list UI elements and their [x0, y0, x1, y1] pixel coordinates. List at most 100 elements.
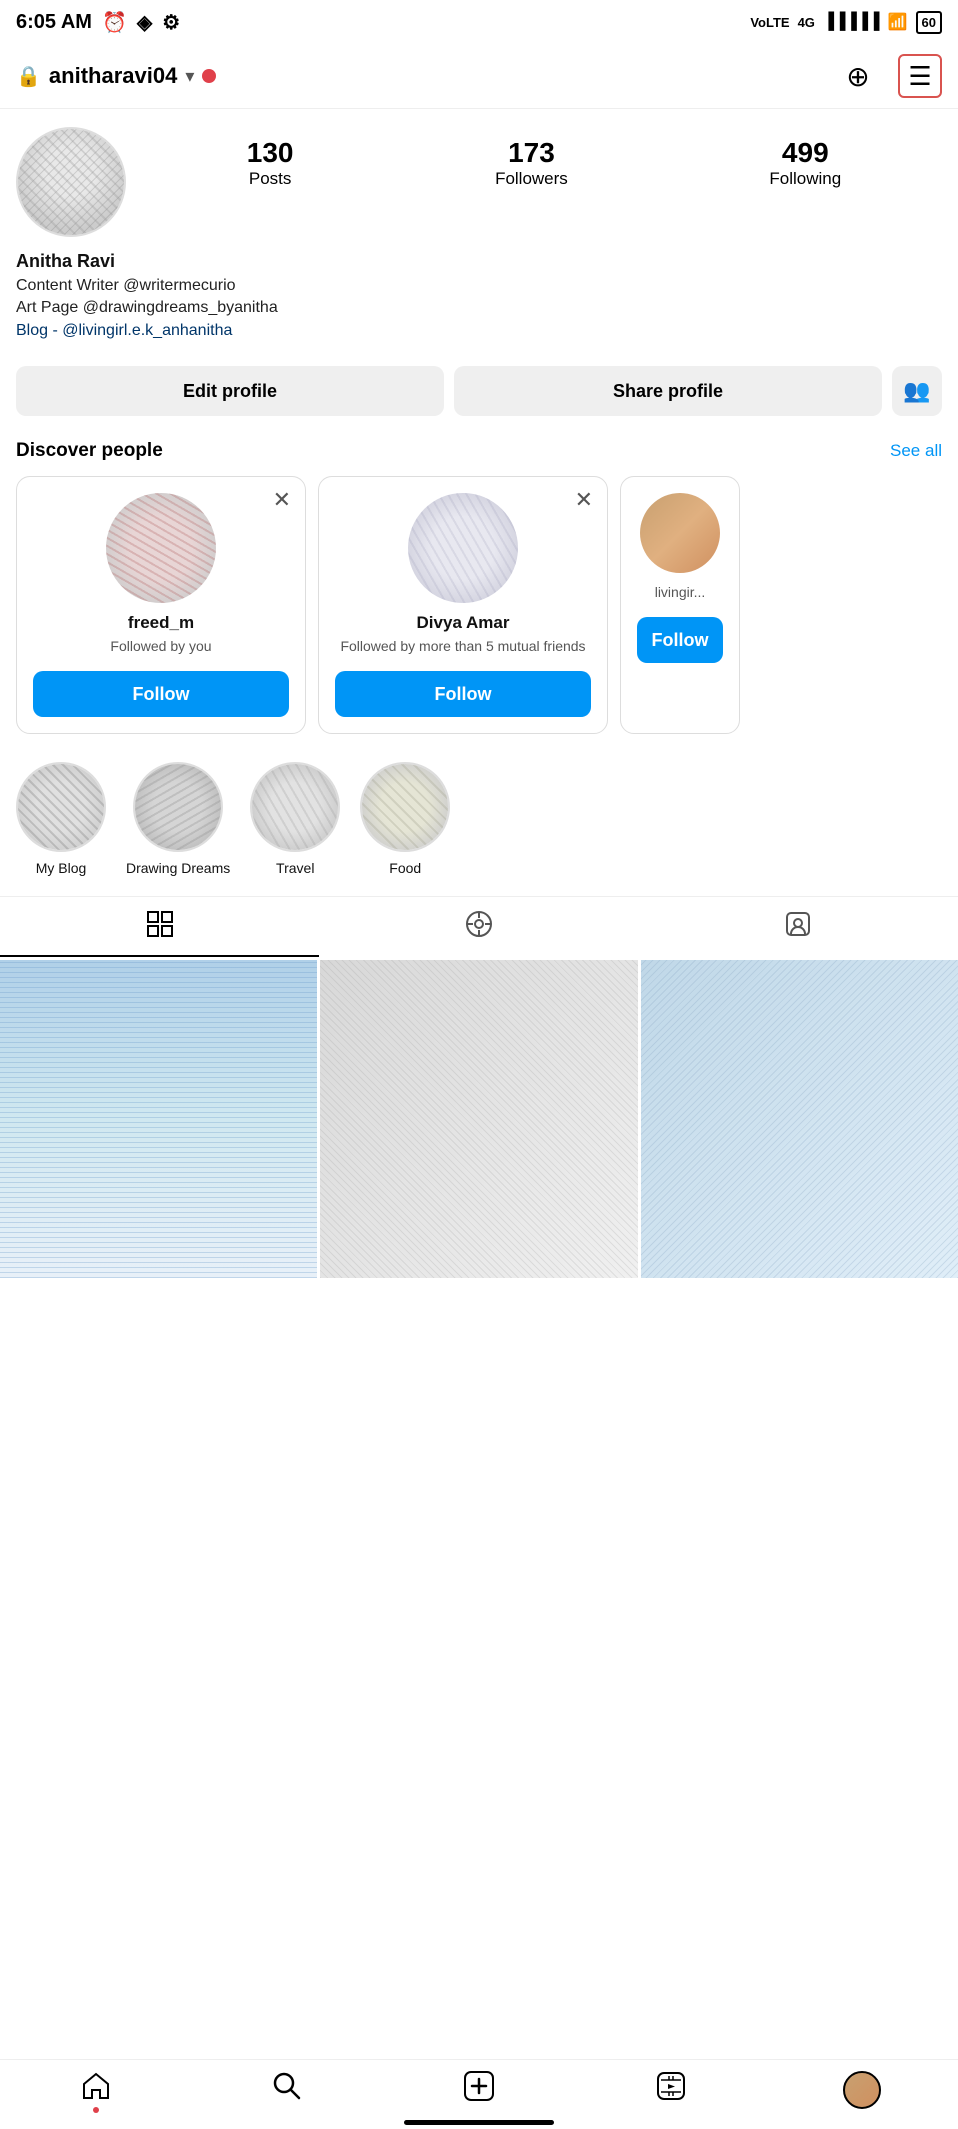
highlights-section: My Blog Drawing Dreams Travel Food	[0, 742, 958, 886]
hamburger-menu-button[interactable]: ☰	[898, 54, 942, 98]
add-nav-item[interactable]	[449, 2065, 509, 2115]
grid-icon	[146, 910, 174, 945]
posts-count: 130	[247, 137, 294, 169]
profile-bio-3[interactable]: Blog - @livingirl.e.k_anhanitha	[16, 320, 942, 342]
followers-stat[interactable]: 173 Followers	[495, 137, 568, 189]
highlight-item[interactable]: Travel	[250, 762, 340, 876]
post-thumbnail[interactable]	[0, 960, 317, 1277]
highlight-inner	[362, 764, 448, 850]
follow-button-3[interactable]: Follow	[637, 617, 723, 663]
discover-card: ✕ freed_m Followed by you Follow	[16, 476, 306, 734]
highlight-circle	[16, 762, 106, 852]
follow-button-2[interactable]: Follow	[335, 671, 591, 717]
profile-info: Anitha Ravi Content Writer @writermecuri…	[0, 247, 958, 356]
discover-cards: ✕ freed_m Followed by you Follow ✕ Divya…	[16, 476, 942, 734]
close-card-button-2[interactable]: ✕	[575, 487, 593, 513]
post-tabs	[0, 896, 958, 957]
volte-icon: VoLTE	[750, 15, 789, 30]
home-notification-dot	[93, 2107, 99, 2113]
following-stat[interactable]: 499 Following	[769, 137, 841, 189]
reels-nav-icon	[655, 2070, 687, 2110]
add-post-button[interactable]: ⊕	[836, 54, 880, 98]
discover-section: Discover people See all ✕ freed_m Follow…	[0, 426, 958, 742]
following-label: Following	[769, 169, 841, 189]
reels-nav-item[interactable]	[641, 2065, 701, 2115]
signal-icon: ▐▐▐▐▐	[823, 13, 880, 31]
close-card-button[interactable]: ✕	[273, 487, 291, 513]
tab-reels[interactable]	[319, 897, 638, 957]
card-username-1: freed_m	[128, 613, 194, 633]
gesture-bar	[404, 2120, 554, 2125]
post-thumbnail[interactable]	[320, 960, 637, 1277]
highlight-item[interactable]: My Blog	[16, 762, 106, 876]
notification-dot	[202, 69, 216, 83]
search-nav-item[interactable]	[257, 2065, 317, 2115]
share-profile-button[interactable]: Share profile	[454, 366, 882, 416]
card-avatar-1	[106, 493, 216, 603]
discover-card: ✕ Divya Amar Followed by more than 5 mut…	[318, 476, 608, 734]
post-thumbnail[interactable]	[641, 960, 958, 1277]
profile-avatar[interactable]	[16, 127, 126, 237]
highlight-circle	[250, 762, 340, 852]
post-thumb-inner	[641, 960, 958, 1277]
top-nav: 🔒 anitharavi04 ▾ ⊕ ☰	[0, 44, 958, 109]
profile-bio-2: Art Page @drawingdreams_byanitha	[16, 297, 942, 319]
edit-profile-button[interactable]: Edit profile	[16, 366, 444, 416]
highlight-inner	[135, 764, 221, 850]
highlight-circle	[360, 762, 450, 852]
4g-icon: 4G	[798, 15, 815, 30]
profile-nav-avatar	[843, 2071, 881, 2109]
highlight-label: Food	[389, 860, 421, 876]
highlight-label: Drawing Dreams	[126, 860, 230, 876]
tab-tagged[interactable]	[639, 897, 958, 957]
discover-title: Discover people	[16, 440, 163, 462]
wifi-icon: 📶	[888, 12, 908, 32]
add-icon	[463, 2070, 495, 2110]
nav-icons: ⊕ ☰	[836, 54, 942, 98]
tab-grid[interactable]	[0, 897, 319, 957]
username-text[interactable]: anitharavi04	[49, 63, 177, 89]
see-all-link[interactable]: See all	[890, 441, 942, 461]
dropdown-arrow-icon[interactable]: ▾	[185, 66, 194, 87]
username-area: 🔒 anitharavi04 ▾	[16, 63, 216, 89]
posts-label: Posts	[249, 169, 292, 189]
media-icon: ◈	[137, 10, 152, 35]
highlight-inner	[18, 764, 104, 850]
status-left: 6:05 AM ⏰ ◈ ⚙	[16, 10, 180, 35]
status-bar: 6:05 AM ⏰ ◈ ⚙ VoLTE 4G ▐▐▐▐▐ 📶 60	[0, 0, 958, 44]
posts-grid	[0, 960, 958, 1277]
followers-label: Followers	[495, 169, 568, 189]
action-buttons: Edit profile Share profile 👥	[0, 356, 958, 426]
follow-button-1[interactable]: Follow	[33, 671, 289, 717]
discover-header: Discover people See all	[16, 440, 942, 462]
profile-nav-item[interactable]	[832, 2065, 892, 2115]
highlight-label: Travel	[276, 860, 314, 876]
highlight-label: My Blog	[36, 860, 87, 876]
highlight-item[interactable]: Drawing Dreams	[126, 762, 230, 876]
card-username-2: Divya Amar	[417, 613, 510, 633]
add-friend-button[interactable]: 👥	[892, 366, 942, 416]
settings-icon: ⚙	[162, 10, 180, 35]
followers-count: 173	[508, 137, 555, 169]
bottom-nav	[0, 2059, 958, 2129]
highlight-item[interactable]: Food	[360, 762, 450, 876]
alarm-icon: ⏰	[102, 10, 127, 35]
avatar-inner	[18, 129, 124, 235]
stats-area: 130 Posts 173 Followers 499 Following	[146, 127, 942, 189]
home-nav-item[interactable]	[66, 2065, 126, 2115]
posts-stat[interactable]: 130 Posts	[247, 137, 294, 189]
status-right: VoLTE 4G ▐▐▐▐▐ 📶 60	[750, 11, 942, 34]
reels-icon	[465, 910, 493, 945]
tagged-icon	[784, 910, 812, 945]
following-count: 499	[782, 137, 829, 169]
card-desc-3: livingir...	[655, 583, 706, 601]
profile-bio-1: Content Writer @writermecurio	[16, 275, 942, 297]
highlight-inner	[252, 764, 338, 850]
card-avatar-3	[640, 493, 720, 573]
discover-card: livingir... Follow	[620, 476, 740, 734]
lock-icon: 🔒	[16, 64, 41, 89]
highlight-circle	[133, 762, 223, 852]
time: 6:05 AM	[16, 11, 92, 34]
post-thumb-inner	[0, 960, 317, 1277]
card-desc-1: Followed by you	[110, 637, 211, 655]
